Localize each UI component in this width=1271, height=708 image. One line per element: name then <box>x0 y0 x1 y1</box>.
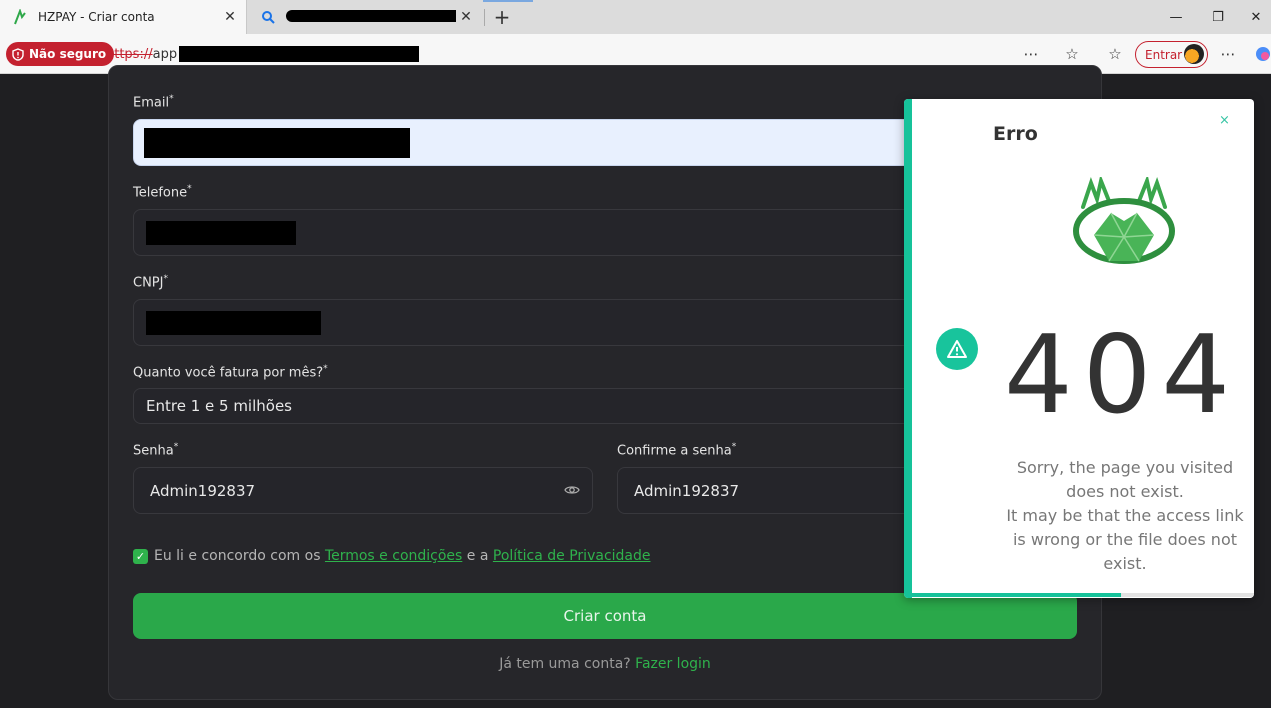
close-tab-icon[interactable]: ✕ <box>456 7 476 27</box>
error-message: Sorry, the page you visited does not exi… <box>1006 458 1244 573</box>
error-notification: Erro × 404 Sorry, the page you visited d… <box>904 99 1254 598</box>
dismiss-timer-fill <box>912 593 1121 597</box>
cnpj-redacted <box>146 310 321 335</box>
notification-accent-bar <box>904 99 912 598</box>
new-tab-button[interactable]: + <box>490 5 514 29</box>
phone-redacted <box>146 220 296 245</box>
terms-consent: ✓ Eu li e concordo com os Termos e condi… <box>133 548 651 564</box>
dismiss-timer-track <box>912 593 1254 597</box>
terms-prefix: Eu li e concordo com os <box>154 548 321 564</box>
browser-tab-bar: HZPAY - Criar conta ✕ ✕ + — ❐ ✕ <box>0 0 1271 34</box>
eye-icon[interactable] <box>564 482 580 498</box>
error-code: 404 <box>1004 313 1241 438</box>
terms-checkbox[interactable]: ✓ <box>133 548 148 564</box>
url-field[interactable]: https:// app <box>106 43 420 65</box>
email-redacted <box>144 127 410 158</box>
minimize-button[interactable]: — <box>1163 5 1189 29</box>
email-label: Email* <box>133 94 174 111</box>
url-host: app <box>152 46 178 62</box>
login-prompt-line: Já tem uma conta? Fazer login <box>0 656 1210 672</box>
tab-title: HZPAY - Criar conta <box>38 10 155 24</box>
copilot-icon[interactable] <box>1252 43 1271 65</box>
cnpj-label: CNPJ* <box>133 274 168 291</box>
create-account-label: Criar conta <box>563 607 647 625</box>
url-scheme: https:// <box>106 46 153 62</box>
revenue-selected-value: Entre 1 e 5 milhões <box>146 397 292 415</box>
reading-options-icon[interactable]: ⋯ <box>1020 43 1042 65</box>
password-label: Senha* <box>133 442 179 459</box>
favorites-list-icon[interactable]: ☆ <box>1104 43 1126 65</box>
error-title: Erro <box>993 123 1038 145</box>
password-field[interactable]: Admin192837 <box>133 467 593 514</box>
shield-warning-icon <box>12 47 24 61</box>
url-redacted <box>179 46 420 62</box>
tab-accent-line <box>483 0 533 2</box>
profile-avatar <box>1184 44 1204 64</box>
close-tab-icon[interactable]: ✕ <box>220 7 240 27</box>
login-prompt: Já tem uma conta? <box>499 656 631 672</box>
close-window-button[interactable]: ✕ <box>1243 5 1269 29</box>
confirm-password-value: Admin192837 <box>634 481 740 500</box>
terms-link[interactable]: Termos e condições <box>325 548 462 564</box>
phone-label: Telefone* <box>133 184 192 201</box>
tab-separator <box>484 9 485 26</box>
tab-hzpay[interactable]: HZPAY - Criar conta ✕ <box>0 0 247 34</box>
login-link[interactable]: Fazer login <box>635 656 711 672</box>
tab-title-redacted <box>286 9 456 25</box>
revenue-label: Quanto você fatura por mês?* <box>133 364 328 381</box>
more-menu-icon[interactable]: ⋯ <box>1217 43 1239 65</box>
not-secure-label: Não seguro <box>29 47 107 61</box>
signin-button[interactable]: Entrar <box>1135 41 1208 68</box>
password-value: Admin192837 <box>150 481 256 500</box>
search-icon <box>260 9 276 25</box>
signin-label: Entrar <box>1145 47 1183 62</box>
restore-button[interactable]: ❐ <box>1205 5 1231 29</box>
warning-triangle-icon <box>936 328 978 370</box>
privacy-link[interactable]: Política de Privacidade <box>493 548 651 564</box>
not-secure-badge[interactable]: Não seguro <box>6 42 115 66</box>
favorite-star-icon[interactable]: ☆ <box>1061 43 1083 65</box>
crown-leaf-logo-icon <box>1073 177 1175 264</box>
terms-mid: e a <box>466 548 489 564</box>
tab-search[interactable]: ✕ <box>248 0 482 34</box>
close-icon[interactable]: × <box>1219 113 1230 128</box>
confirm-password-label: Confirme a senha* <box>617 442 737 459</box>
hzpay-logo-icon <box>12 9 28 25</box>
create-account-button[interactable]: Criar conta <box>133 593 1077 639</box>
